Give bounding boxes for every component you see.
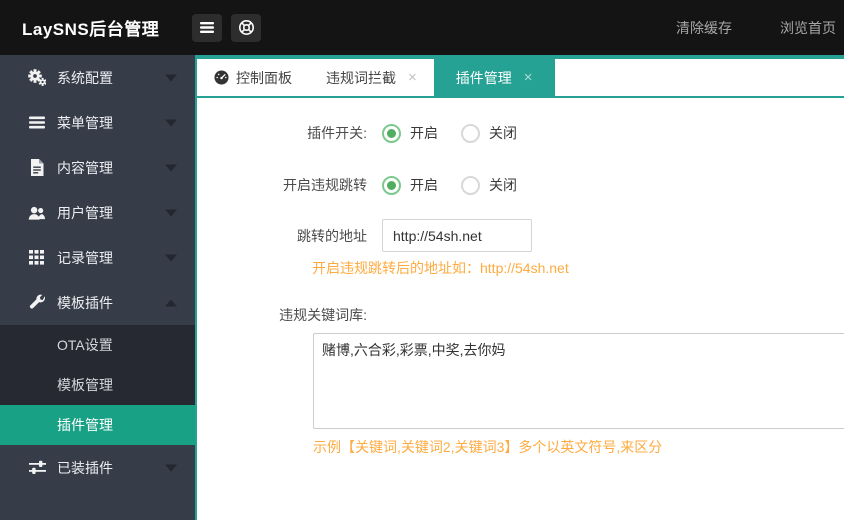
- form-row-plugin-switch: 插件开关: 开启 关闭: [197, 115, 844, 151]
- redirect-url-hint: 开启违规跳转后的地址如：http://54sh.net: [312, 258, 844, 278]
- menu-list-icon: [28, 116, 46, 129]
- radio-plugin-off[interactable]: [461, 124, 480, 143]
- document-icon: [28, 159, 46, 176]
- radio-redirect-off-label[interactable]: 关闭: [489, 175, 517, 195]
- chevron-down-icon: [165, 209, 177, 216]
- toggle-sidebar-button[interactable]: [192, 14, 222, 42]
- wrench-icon: [28, 294, 46, 311]
- sidebar-item-label: 记录管理: [57, 248, 113, 268]
- sub-item-label: OTA设置: [57, 335, 113, 355]
- life-ring-icon: [238, 19, 255, 36]
- sidebar: 系统配置 菜单管理 内容管理 用户管理: [0, 55, 195, 520]
- tab-label: 控制面板: [236, 68, 292, 88]
- clear-cache-link[interactable]: 清除缓存: [676, 18, 732, 38]
- cogs-icon: [28, 69, 46, 86]
- redirect-url-label: 跳转的地址: [197, 226, 375, 246]
- sidebar-item-label: 菜单管理: [57, 113, 113, 133]
- tab-label: 违规词拦截: [326, 68, 396, 88]
- app-title: LaySNS后台管理: [0, 15, 192, 40]
- sidebar-subitem-template-management[interactable]: 模板管理: [0, 365, 195, 405]
- form-row-redirect-url: 跳转的地址: [197, 219, 844, 252]
- sidebar-item-installed-plugins[interactable]: 已装插件: [0, 445, 195, 490]
- radio-plugin-off-label[interactable]: 关闭: [489, 123, 517, 143]
- sidebar-item-label: 模板插件: [57, 293, 113, 313]
- sidebar-item-content-management[interactable]: 内容管理: [0, 145, 195, 190]
- redirect-switch-label: 开启违规跳转: [197, 175, 375, 195]
- sub-item-label: 插件管理: [57, 415, 113, 435]
- chevron-down-icon: [165, 254, 177, 261]
- keywords-hint: 示例【关键词,关键词2,关键词3】多个以英文符号,来区分: [313, 437, 844, 457]
- chevron-down-icon: [165, 119, 177, 126]
- topbar: LaySNS后台管理 清除缓存 浏览首页: [0, 0, 844, 55]
- radio-plugin-on[interactable]: [382, 124, 401, 143]
- chevron-down-icon: [165, 74, 177, 81]
- grid-icon: [28, 250, 46, 265]
- redirect-url-input[interactable]: [382, 219, 532, 252]
- help-button[interactable]: [231, 14, 261, 42]
- radio-redirect-on[interactable]: [382, 176, 401, 195]
- sidebar-item-menu-management[interactable]: 菜单管理: [0, 100, 195, 145]
- sidebar-item-system-config[interactable]: 系统配置: [0, 55, 195, 100]
- tab-label: 插件管理: [456, 68, 512, 88]
- radio-redirect-on-label[interactable]: 开启: [410, 175, 438, 195]
- chevron-down-icon: [165, 464, 177, 471]
- close-icon[interactable]: [408, 70, 417, 85]
- main-area: 控制面板 违规词拦截 插件管理 插件开关: 开启 关闭: [195, 55, 844, 520]
- plugin-settings-form: 插件开关: 开启 关闭 开启违规跳转 开启 关闭 跳转的地址 开启违规跳转后的地…: [197, 98, 844, 520]
- sidebar-item-user-management[interactable]: 用户管理: [0, 190, 195, 235]
- sidebar-subitem-ota-settings[interactable]: OTA设置: [0, 325, 195, 365]
- sidebar-item-template-plugins[interactable]: 模板插件: [0, 280, 195, 325]
- sidebar-item-record-management[interactable]: 记录管理: [0, 235, 195, 280]
- radio-redirect-off[interactable]: [461, 176, 480, 195]
- sub-item-label: 模板管理: [57, 375, 113, 395]
- tab-plugin-management[interactable]: 插件管理: [434, 55, 555, 96]
- plugin-switch-label: 插件开关:: [197, 123, 375, 143]
- sidebar-item-label: 用户管理: [57, 203, 113, 223]
- close-icon[interactable]: [524, 70, 533, 85]
- keywords-label: 违规关键词库:: [197, 305, 375, 325]
- dashboard-icon: [214, 70, 229, 85]
- sidebar-item-label: 内容管理: [57, 158, 113, 178]
- keywords-textarea[interactable]: 赌博,六合彩,彩票,中奖,去你妈: [313, 333, 844, 429]
- template-plugins-submenu: OTA设置 模板管理 插件管理: [0, 325, 195, 445]
- browse-home-link[interactable]: 浏览首页: [780, 18, 836, 38]
- sidebar-item-label: 系统配置: [57, 68, 113, 88]
- chevron-down-icon: [165, 164, 177, 171]
- sliders-icon: [28, 460, 46, 475]
- tab-bar: 控制面板 违规词拦截 插件管理: [197, 55, 844, 98]
- tab-word-block[interactable]: 违规词拦截: [309, 59, 434, 96]
- hamburger-icon: [199, 21, 215, 34]
- radio-plugin-on-label[interactable]: 开启: [410, 123, 438, 143]
- users-icon: [28, 205, 46, 221]
- tab-dashboard[interactable]: 控制面板: [197, 59, 309, 96]
- chevron-up-icon: [165, 299, 177, 306]
- sidebar-item-label: 已装插件: [57, 458, 113, 478]
- sidebar-subitem-plugin-management[interactable]: 插件管理: [0, 405, 195, 445]
- form-row-redirect-switch: 开启违规跳转 开启 关闭: [197, 167, 844, 203]
